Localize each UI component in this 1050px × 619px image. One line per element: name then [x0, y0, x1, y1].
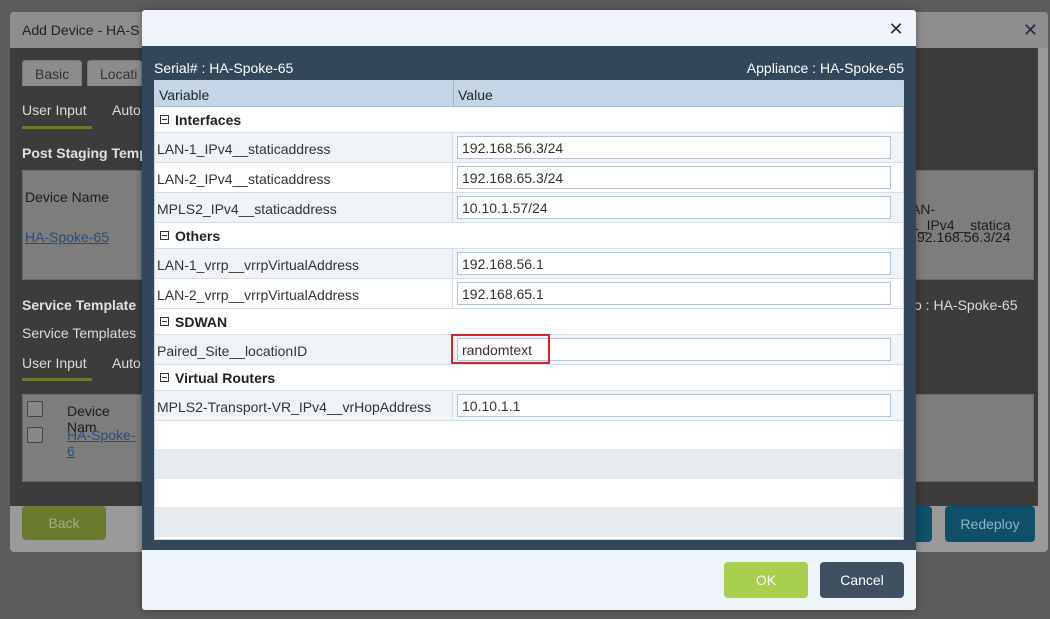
lan1-staticaddress-input[interactable] [457, 136, 891, 159]
lan2-vrrp-input[interactable] [457, 282, 891, 305]
group-label: SDWAN [175, 313, 228, 330]
column-header-value[interactable]: Value [454, 81, 497, 107]
device-link[interactable]: HA-Spoke-65 [25, 229, 109, 245]
table-row: LAN-2_vrrp__vrrpVirtualAddress [155, 279, 903, 309]
paired-site-locationid-input[interactable] [457, 338, 891, 361]
variable-name: LAN-2_IPv4__staticaddress [155, 163, 453, 192]
table-row: LAN-1_IPv4__staticaddress [155, 133, 903, 163]
variable-name: LAN-1_IPv4__staticaddress [155, 133, 453, 162]
subtab-user-input[interactable]: User Input [22, 102, 87, 118]
select-all-checkbox[interactable] [27, 401, 43, 417]
modal-footer: OK Cancel [142, 550, 916, 610]
service-templates-label: Service Templates [22, 325, 137, 341]
appliance-label: Appliance : HA-Spoke-65 [746, 60, 904, 76]
variable-name: MPLS2_IPv4__staticaddress [155, 193, 453, 222]
group-sdwan[interactable]: SDWAN [155, 309, 903, 335]
collapse-icon[interactable] [160, 231, 169, 240]
add-device-title: Add Device - HA-S [22, 22, 140, 38]
cancel-button[interactable]: Cancel [820, 562, 904, 598]
group-others[interactable]: Others [155, 223, 903, 249]
variable-name: MPLS2-Transport-VR_IPv4__vrHopAddress [155, 391, 453, 420]
variables-table: Variable Value Interfaces LAN-1_IPv4__st… [154, 80, 904, 540]
collapse-icon[interactable] [160, 317, 169, 326]
variables-modal: ✕ Serial# : HA-Spoke-65 Appliance : HA-S… [142, 10, 916, 610]
screen: Add Device - HA-S ✕ Basic Locati User In… [0, 0, 1050, 619]
modal-header: ✕ [142, 10, 916, 46]
subtab-active-indicator [22, 126, 92, 129]
subtab-user-input-2[interactable]: User Input [22, 355, 87, 371]
empty-row [155, 479, 903, 508]
device-link-2[interactable]: HA-Spoke-6 [67, 427, 141, 459]
group-interfaces[interactable]: Interfaces [155, 107, 903, 133]
ok-button[interactable]: OK [724, 562, 808, 598]
service-grid-left: Device Nam HA-Spoke-6 [22, 394, 142, 482]
column-header-variable[interactable]: Variable [155, 81, 454, 107]
tab-basic[interactable]: Basic [22, 60, 83, 86]
grid-cell-lan1-value: 92.168.56.3/24 [917, 229, 1011, 245]
subtab-auto[interactable]: Auto [112, 102, 141, 118]
variable-name: LAN-1_vrrp__vrrpVirtualAddress [155, 249, 453, 278]
mpls2-vrhopaddress-input[interactable] [457, 394, 891, 417]
subtab-active-indicator-2 [22, 378, 92, 381]
post-staging-label: Post Staging Temp [22, 145, 148, 161]
group-label: Interfaces [175, 111, 242, 128]
service-template-label: Service Template [22, 297, 137, 313]
variable-name: LAN-2_vrrp__vrrpVirtualAddress [155, 279, 453, 308]
add-device-close-icon[interactable]: ✕ [1023, 20, 1038, 41]
table-row: LAN-1_vrrp__vrrpVirtualAddress [155, 249, 903, 279]
variable-name: Paired_Site__locationID [155, 335, 453, 364]
collapse-icon[interactable] [160, 373, 169, 382]
serial-row: Serial# : HA-Spoke-65 Appliance : HA-Spo… [154, 60, 904, 76]
group-label: Others [175, 227, 221, 244]
modal-body: Serial# : HA-Spoke-65 Appliance : HA-Spo… [142, 46, 916, 550]
back-button[interactable]: Back [22, 506, 106, 540]
post-staging-grid-right: AN-1_IPv4__statica 92.168.56.3/24 [904, 170, 1034, 280]
empty-row [155, 421, 903, 450]
lan2-staticaddress-input[interactable] [457, 166, 891, 189]
tab-location[interactable]: Locati [87, 60, 142, 86]
table-row: MPLS2-Transport-VR_IPv4__vrHopAddress [155, 391, 903, 421]
group-virtual-routers[interactable]: Virtual Routers [155, 365, 903, 391]
lan1-vrrp-input[interactable] [457, 252, 891, 275]
subtab-auto-2[interactable]: Auto [112, 355, 141, 371]
service-appliance-label: o : HA-Spoke-65 [914, 297, 1018, 313]
mpls2-staticaddress-input[interactable] [457, 196, 891, 219]
empty-row [155, 450, 903, 479]
grid-header-device-name: Device Name [25, 189, 110, 205]
collapse-icon[interactable] [160, 115, 169, 124]
empty-row [155, 508, 903, 537]
post-staging-grid-left: Device Name HA-Spoke-65 [22, 170, 142, 280]
table-header: Variable Value [155, 81, 903, 107]
group-label: Virtual Routers [175, 369, 276, 386]
redeploy-button[interactable]: Redeploy [945, 506, 1035, 542]
table-row: MPLS2_IPv4__staticaddress [155, 193, 903, 223]
table-row: Paired_Site__locationID [155, 334, 903, 365]
modal-close-icon[interactable]: ✕ [886, 19, 906, 39]
service-grid-right [904, 394, 1034, 482]
serial-label: Serial# : HA-Spoke-65 [154, 60, 294, 76]
table-row: LAN-2_IPv4__staticaddress [155, 163, 903, 193]
row-checkbox[interactable] [27, 427, 43, 443]
